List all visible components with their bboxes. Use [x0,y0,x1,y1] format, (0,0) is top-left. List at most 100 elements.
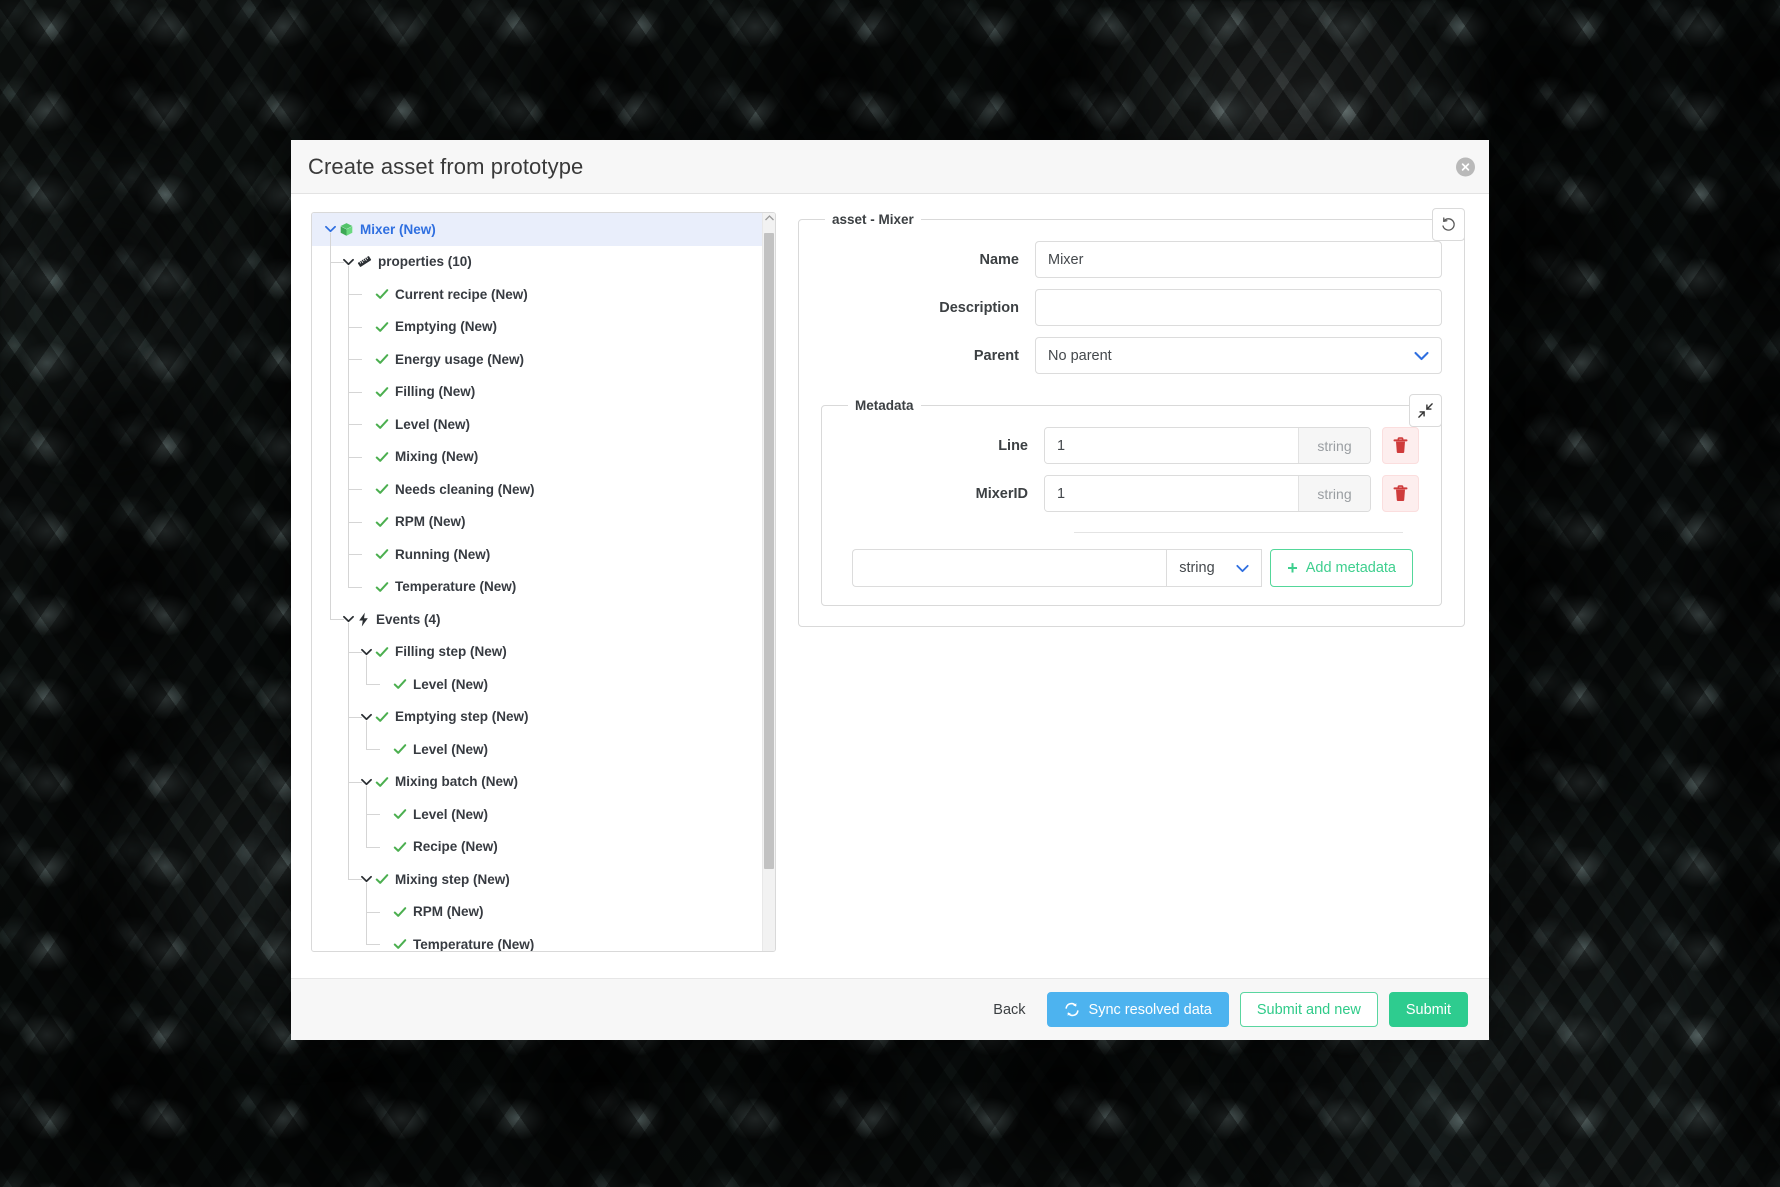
tree-scrollbar-thumb[interactable] [764,233,774,869]
tree-guide-line [348,359,362,361]
metadata-row: Line string [844,427,1419,464]
check-icon [393,840,407,854]
tree-node-label: Mixer (New) [360,221,436,237]
metadata-value-group: string [1044,475,1371,512]
tree-node[interactable]: properties (10) [312,246,762,279]
tree-node[interactable]: Current recipe (New) [312,278,762,311]
back-button[interactable]: Back [983,992,1035,1027]
scroll-up-arrow[interactable] [763,215,775,221]
metadata-key-label: MixerID [975,485,1028,502]
tree-guide-line [348,554,362,556]
tree-node[interactable]: Filling step (New) [312,636,762,669]
asset-fieldset: asset - Mixer Name Description [798,208,1465,627]
new-metadata-name-input[interactable] [852,549,1167,587]
description-input[interactable] [1035,289,1442,326]
metadata-type-label: string [1298,428,1370,463]
check-icon [375,547,389,561]
sync-resolved-data-button[interactable]: Sync resolved data [1046,992,1229,1027]
asset-form-panel: asset - Mixer Name Description [796,208,1469,968]
tree-node-label: Level (New) [413,676,489,692]
parent-label: Parent [973,347,1019,364]
tree-node-label: Energy usage (New) [395,351,525,367]
tree-node[interactable]: Running (New) [312,538,762,571]
tree-guide-line [330,261,344,263]
tree-guide-line [366,911,380,913]
tree-node[interactable]: Emptying (New) [312,311,762,344]
metadata-value-input[interactable] [1045,428,1298,463]
tree-guide-line [366,655,367,685]
submit-button[interactable]: Submit [1388,992,1468,1027]
collapse-icon[interactable] [1409,394,1442,427]
tree-node[interactable]: Emptying step (New) [312,701,762,734]
check-icon [375,580,389,594]
prototype-tree[interactable]: Mixer (New) properties (10) Current recipe… [312,213,762,951]
sync-glyph [1064,1002,1079,1017]
trash-icon[interactable] [1382,475,1419,512]
tree-guide-line [348,521,362,523]
description-field-row: Description [821,289,1442,326]
dialog-footer: Back Sync resolved data Submit and new S… [291,978,1489,1040]
tree-guide-line [348,651,362,653]
name-input[interactable] [1035,241,1442,278]
check-icon [375,775,389,789]
metadata-legend: Metadata [855,398,914,413]
sync-label: Sync resolved data [1088,1001,1212,1018]
tree-node-label: Temperature (New) [413,936,535,951]
undo-icon[interactable] [1432,208,1465,241]
tree-node-label: Emptying (New) [395,319,498,334]
tree-guide-line [348,265,349,587]
prototype-tree-panel: Mixer (New) properties (10) Current recipe… [311,212,776,952]
check-icon [375,710,389,724]
submit-and-new-button[interactable]: Submit and new [1239,992,1378,1027]
lightning-icon [357,612,370,627]
trash-icon[interactable] [1382,427,1419,464]
tree-node[interactable]: Energy usage (New) [312,343,762,376]
trash-glyph [1393,485,1408,501]
tree-scrollbar[interactable] [762,213,775,951]
close-icon[interactable] [1456,157,1475,176]
tree-guide-line [366,684,380,686]
metadata-divider [1074,532,1403,533]
tree-node[interactable]: Temperature (New) [312,928,762,951]
tree-node-label: Recipe (New) [413,839,498,854]
tree-node-label: Mixing batch (New) [395,774,519,789]
description-label: Description [939,299,1019,316]
parent-select[interactable]: No parent [1035,337,1442,374]
tree-guide-line [366,720,367,750]
check-icon [375,515,389,529]
check-icon [393,905,407,919]
tree-node-label: Level (New) [413,741,489,757]
new-metadata-type-select[interactable]: string [1166,549,1263,587]
tree-node[interactable]: Events (4) [312,603,762,636]
tree-node[interactable]: Level (New) [312,408,762,441]
tree-node-label: Needs cleaning (New) [395,481,535,497]
check-icon [375,352,389,366]
tree-guide-line [366,814,380,816]
chevron-down-icon [1236,564,1249,573]
tree-node-label: Running (New) [395,546,491,562]
tree-node[interactable]: Mixing (New) [312,441,762,474]
tree-node[interactable]: Filling (New) [312,376,762,409]
tree-node[interactable]: Temperature (New) [312,571,762,604]
tree-guide-line [348,781,362,783]
tree-node[interactable]: Mixing batch (New) [312,766,762,799]
tree-guide-line [348,456,362,458]
check-icon [393,807,407,821]
tree-guide-line [348,424,362,426]
tree-node[interactable]: Mixer (New) [312,213,762,246]
check-icon [393,937,407,951]
tree-node[interactable]: Needs cleaning (New) [312,473,762,506]
tree-node-label: properties (10) [378,254,472,269]
tree-guide-line [348,623,349,880]
tree-guide-line [330,233,331,620]
name-field-row: Name [821,241,1442,278]
tree-node[interactable]: Mixing step (New) [312,863,762,896]
tree-node-label: Level (New) [413,806,489,822]
tree-guide-line [366,749,380,751]
add-metadata-button[interactable]: + Add metadata [1270,549,1413,587]
tree-node-label: Current recipe (New) [395,286,528,302]
tree-guide-line [348,294,362,296]
metadata-value-input[interactable] [1045,476,1298,511]
ruler-icon [357,254,372,269]
tree-node[interactable]: RPM (New) [312,506,762,539]
